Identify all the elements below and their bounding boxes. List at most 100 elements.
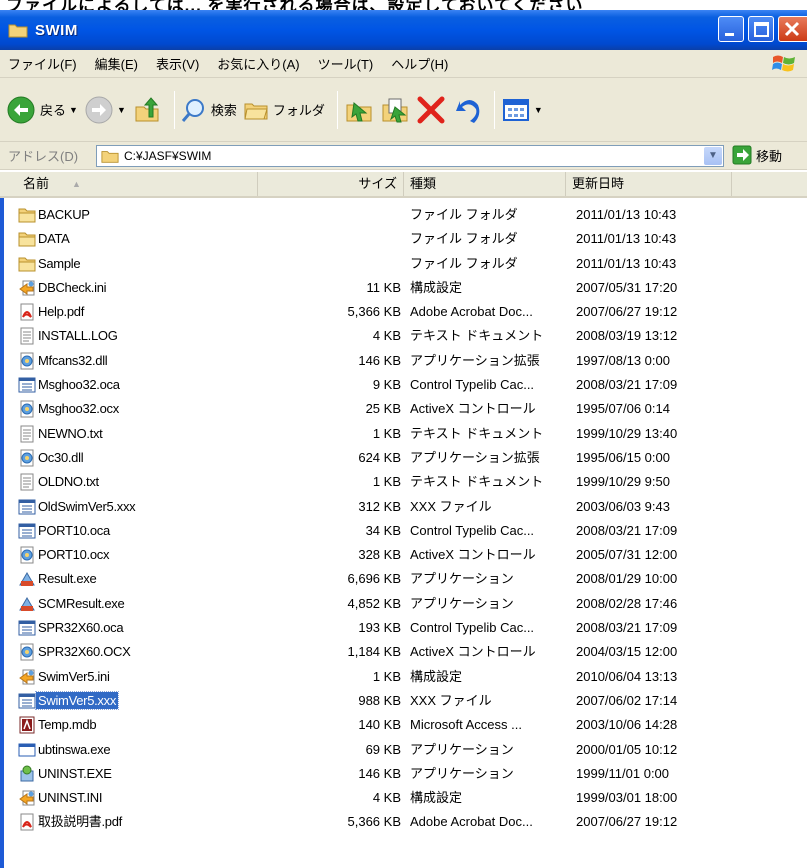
column-header-modified[interactable]: 更新日時: [566, 172, 732, 196]
file-size: 25 KB: [365, 401, 401, 417]
menu-file[interactable]: ファイル(F): [6, 52, 79, 75]
settings-file-icon: [19, 280, 35, 296]
address-input[interactable]: C:¥JASF¥SWIM ▼: [96, 145, 724, 167]
file-row[interactable]: Msghoo32.oca 9 KB Control Typelib Cac... 20…: [0, 373, 807, 397]
file-name: SwimVer5.xxx: [34, 690, 120, 710]
file-row[interactable]: PORT10.oca 34 KB Control Typelib Cac... 200…: [0, 519, 807, 543]
forward-button[interactable]: ▼: [84, 88, 126, 132]
views-button[interactable]: ▼: [501, 88, 543, 132]
installer-icon: [20, 765, 34, 782]
text-file-icon: [20, 327, 34, 345]
file-modified: 2007/06/27 19:12: [576, 304, 678, 320]
file-row[interactable]: SwimVer5.xxx 988 KB XXX ファイル 2007/06/02 17:…: [0, 689, 807, 713]
windows-logo-icon: [772, 55, 795, 72]
file-name: DBCheck.ini: [38, 279, 107, 295]
file-name: NEWNO.txt: [38, 425, 103, 441]
back-button[interactable]: 戻る ▼: [6, 88, 78, 132]
close-icon: [784, 21, 800, 37]
maximize-button[interactable]: [748, 16, 774, 42]
file-row[interactable]: SCMResult.exe 4,852 KB アプリケーション 2008/02/28 …: [0, 592, 807, 616]
file-row[interactable]: Oc30.dll 624 KB アプリケーション拡張 1995/06/15 0:00: [0, 446, 807, 470]
file-row[interactable]: DBCheck.ini 11 KB 構成設定 2007/05/31 17:20: [0, 276, 807, 300]
file-row[interactable]: OldSwimVer5.xxx 312 KB XXX ファイル 2003/06/03 …: [0, 495, 807, 519]
file-row[interactable]: SwimVer5.ini 1 KB 構成設定 2010/06/04 13:13: [0, 665, 807, 689]
search-label: 検索: [210, 103, 237, 118]
address-dropdown-icon[interactable]: ▼: [704, 147, 722, 165]
chevron-down-icon[interactable]: ▼: [534, 105, 543, 115]
file-row[interactable]: 取扱説明書.pdf 5,366 KB Adobe Acrobat Doc... 200…: [0, 810, 807, 834]
menu-favorites[interactable]: お気に入り(A): [215, 52, 301, 75]
move-to-button[interactable]: [344, 88, 374, 132]
file-modified: 2008/01/29 10:00: [576, 571, 678, 587]
file-name: Result.exe: [38, 571, 97, 587]
minimize-icon: [725, 33, 734, 36]
file-row[interactable]: NEWNO.txt 1 KB テキスト ドキュメント 1999/10/29 13:40: [0, 422, 807, 446]
file-type: XXX ファイル: [410, 692, 492, 708]
access-icon: [19, 716, 35, 734]
file-name: SPR32X60.oca: [38, 620, 124, 636]
file-size: 988 KB: [358, 692, 401, 708]
close-button[interactable]: [778, 16, 807, 42]
column-header-type[interactable]: 種類: [404, 172, 566, 196]
file-name: Help.pdf: [38, 304, 85, 320]
file-row[interactable]: UNINST.INI 4 KB 構成設定 1999/03/01 18:00: [0, 786, 807, 810]
file-row[interactable]: OLDNO.txt 1 KB テキスト ドキュメント 1999/10/29 9:50: [0, 470, 807, 494]
file-type: Microsoft Access ...: [410, 717, 522, 733]
file-size: 1 KB: [372, 425, 401, 441]
chevron-down-icon[interactable]: ▼: [117, 105, 126, 115]
minimize-button[interactable]: [718, 16, 744, 42]
file-type: ActiveX コントロール: [410, 401, 536, 417]
file-row[interactable]: Mfcans32.dll 146 KB アプリケーション拡張 1997/08/13 0…: [0, 349, 807, 373]
copy-to-folder-icon: [382, 98, 408, 122]
folders-button[interactable]: フォルダ: [243, 88, 325, 132]
file-row[interactable]: Msghoo32.ocx 25 KB ActiveX コントロール 1995/07/0…: [0, 397, 807, 421]
file-size: 1 KB: [372, 474, 401, 490]
column-header-size[interactable]: サイズ: [258, 172, 404, 196]
file-row[interactable]: BACKUP ファイル フォルダ 2011/01/13 10:43: [0, 203, 807, 227]
file-name: SwimVer5.ini: [38, 668, 110, 684]
file-size: 4 KB: [372, 790, 401, 806]
file-row[interactable]: Temp.mdb 140 KB Microsoft Access ... 2003/1…: [0, 713, 807, 737]
search-button[interactable]: 検索: [181, 88, 237, 132]
title-bar[interactable]: SWIM: [0, 10, 807, 50]
undo-button[interactable]: [452, 88, 482, 132]
file-size: 146 KB: [358, 352, 401, 368]
file-row[interactable]: SPR32X60.oca 193 KB Control Typelib Cac...…: [0, 616, 807, 640]
oca-file-icon: [18, 523, 36, 539]
up-folder-button[interactable]: [132, 88, 162, 132]
file-name: Msghoo32.oca: [38, 377, 120, 393]
address-bar: アドレス(D) C:¥JASF¥SWIM ▼ 移動: [0, 142, 807, 170]
file-row[interactable]: UNINST.EXE 146 KB アプリケーション 1999/11/01 0:00: [0, 762, 807, 786]
file-row[interactable]: INSTALL.LOG 4 KB テキスト ドキュメント 2008/03/19 13:…: [0, 324, 807, 348]
file-row[interactable]: DATA ファイル フォルダ 2011/01/13 10:43: [0, 227, 807, 251]
file-type: アプリケーション: [410, 765, 514, 781]
column-header-name[interactable]: 名前 ▲: [0, 172, 258, 196]
menu-view[interactable]: 表示(V): [154, 52, 201, 75]
folders-icon: [244, 103, 268, 119]
file-row[interactable]: Sample ファイル フォルダ 2011/01/13 10:43: [0, 252, 807, 276]
file-modified: 2003/10/06 14:28: [576, 717, 678, 733]
copy-to-button[interactable]: [380, 88, 410, 132]
file-row[interactable]: SPR32X60.OCX 1,184 KB ActiveX コントロール 2004/0…: [0, 640, 807, 664]
go-button[interactable]: 移動: [732, 145, 782, 165]
file-modified: 1999/03/01 18:00: [576, 790, 678, 806]
file-modified: 2007/06/02 17:14: [576, 692, 678, 708]
undo-icon: [455, 99, 480, 123]
chevron-down-icon[interactable]: ▼: [69, 105, 78, 115]
file-row[interactable]: Result.exe 6,696 KB アプリケーション 2008/01/29 10:…: [0, 567, 807, 591]
file-modified: 2010/06/04 13:13: [576, 668, 678, 684]
folder-icon: [18, 208, 36, 223]
file-row[interactable]: PORT10.ocx 328 KB ActiveX コントロール 2005/07/31…: [0, 543, 807, 567]
file-row[interactable]: ubtinswa.exe 69 KB アプリケーション 2000/01/05 10:1…: [0, 738, 807, 762]
up-folder-icon: [135, 96, 159, 121]
menu-help[interactable]: ヘルプ(H): [389, 52, 450, 75]
file-name: DATA: [38, 231, 70, 247]
delete-button[interactable]: [416, 88, 446, 132]
file-name: OldSwimVer5.xxx: [38, 498, 136, 514]
toolbar-separator: [493, 90, 495, 129]
menu-edit[interactable]: 編集(E): [93, 52, 140, 75]
file-row[interactable]: Help.pdf 5,366 KB Adobe Acrobat Doc... 2007…: [0, 300, 807, 324]
back-label: 戻る: [40, 103, 67, 118]
menu-tools[interactable]: ツール(T): [316, 52, 376, 75]
file-size: 312 KB: [358, 498, 401, 514]
